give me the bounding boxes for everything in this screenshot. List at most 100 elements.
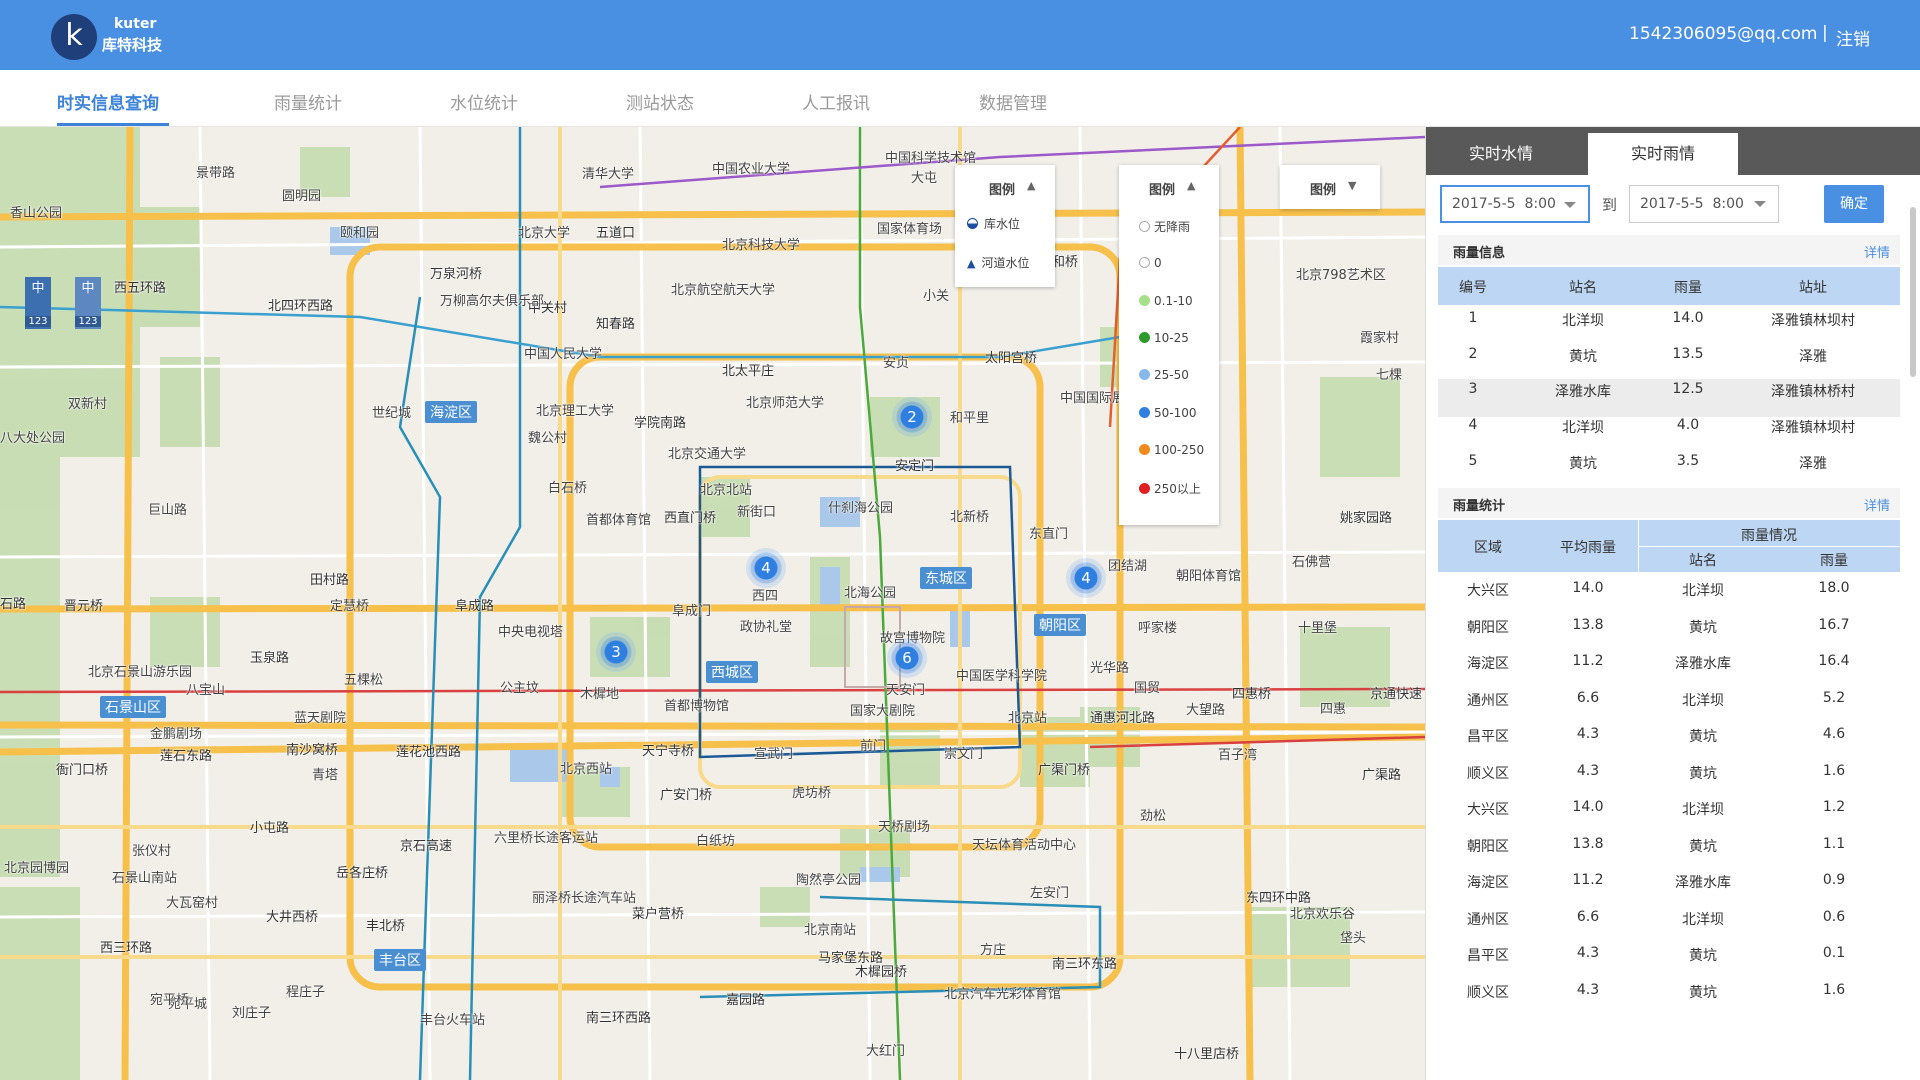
map-poi: 北京大学: [518, 226, 571, 241]
map-road-label: 万泉河桥: [430, 267, 483, 282]
district-label-fengtai[interactable]: 丰台区: [374, 949, 426, 971]
map-poi: 天桥剧场: [878, 820, 931, 835]
map-poi: 中国农业大学: [712, 162, 791, 177]
tab-realtime-water[interactable]: 实时水情: [1426, 133, 1576, 175]
nav-tab-manual-report[interactable]: 人工报讯: [802, 89, 870, 114]
nav-tab-rainfall-stats[interactable]: 雨量统计: [274, 89, 342, 114]
map-poi: 金鹏剧场: [150, 727, 203, 742]
nav-tab-data-management[interactable]: 数据管理: [979, 89, 1047, 114]
map-poi: 白纸坊: [696, 834, 736, 849]
collapsed-legend[interactable]: 图例 ▼: [1280, 165, 1380, 209]
table-cell: 黄坑: [1689, 838, 1717, 855]
table-cell: 黄坑: [1689, 765, 1717, 782]
station-cluster-marker[interactable]: 2: [892, 397, 932, 437]
rain-dot-icon: [1139, 444, 1150, 455]
map-poi: 白石桥: [548, 481, 588, 496]
table-cell: 0.6: [1822, 908, 1846, 925]
map-road-label: 嘉园路: [726, 993, 766, 1008]
map-road-label: 太阳宫桥: [985, 351, 1038, 366]
logout-link[interactable]: 注销: [1836, 25, 1870, 50]
district-label-xicheng[interactable]: 西城区: [706, 661, 758, 683]
map-poi: 丽泽桥长途汽车站: [532, 891, 637, 906]
district-label-dongcheng[interactable]: 东城区: [920, 567, 972, 589]
map-level-button[interactable]: 中 123: [25, 277, 51, 329]
nav-tab-waterlevel-stats[interactable]: 水位统计: [450, 89, 518, 114]
panel-scrollbar[interactable]: [1910, 207, 1916, 377]
table-cell: 泽雅: [1799, 456, 1827, 472]
legend-collapse-icon[interactable]: ▲: [1187, 179, 1195, 192]
nav-tab-station-status[interactable]: 测站状态: [626, 89, 694, 114]
map-road-label: 玉泉路: [250, 651, 290, 666]
legend-item-rain-level: 无降雨: [1139, 218, 1190, 235]
rain-dot-icon: [1139, 332, 1150, 343]
table-cell: 11.2: [1572, 653, 1604, 669]
district-label-shijingshan[interactable]: 石景山区: [100, 696, 166, 718]
table-cell: 13.8: [1572, 616, 1604, 633]
map-poi: 香山公园: [10, 206, 63, 221]
legend-collapse-icon[interactable]: ▲: [1027, 179, 1035, 192]
table-cell: 14.0: [1672, 310, 1704, 326]
map-poi: 石景山南站: [112, 871, 178, 886]
table-cell: 11.2: [1572, 872, 1604, 888]
column-header: 编号: [1459, 280, 1487, 296]
table-cell: 1.1: [1822, 835, 1846, 852]
table-cell: 4.3: [1576, 981, 1600, 998]
table-cell: 昌平区: [1467, 729, 1509, 745]
map-road-label: 大井西桥: [266, 910, 319, 925]
map-road-label: 和桥: [1052, 255, 1079, 270]
station-cluster-marker[interactable]: 4: [1066, 558, 1106, 598]
map-poi: 四惠: [1320, 702, 1347, 717]
station-cluster-marker[interactable]: 6: [887, 638, 927, 678]
map-poi: 宛平桥: [150, 993, 190, 1008]
map-poi: 程庄子: [286, 985, 326, 1000]
nav-tab-realtime[interactable]: 时实信息查询: [57, 89, 159, 114]
map-road-label: 天宁寺桥: [642, 744, 695, 759]
map-road-label: 南沙窝桥: [286, 743, 339, 758]
district-label-haidian[interactable]: 海淀区: [425, 401, 477, 423]
map-level-button[interactable]: 中 123: [75, 277, 101, 329]
map-road-label: 小屯路: [250, 821, 290, 836]
table-cell: 0.1: [1822, 945, 1846, 961]
map-road-label: 十八里店桥: [1174, 1047, 1240, 1062]
rain-info-details-link[interactable]: 详情: [1864, 242, 1890, 261]
map-road-label: 西三环路: [100, 941, 153, 956]
table-cell: 1: [1468, 310, 1478, 326]
legend-item-rain-level: 25-50: [1139, 368, 1189, 382]
table-cell: 4.6: [1822, 726, 1846, 742]
table-cell: 海淀区: [1467, 875, 1509, 891]
map-road-label: 广安门桥: [660, 788, 713, 803]
map-poi: 万柳高尔夫俱乐部: [440, 294, 545, 309]
station-cluster-marker[interactable]: 4: [746, 548, 786, 588]
station-cluster-marker[interactable]: 3: [596, 632, 636, 672]
map-poi: 天安门: [886, 683, 926, 698]
map-road-label: 通惠河北路: [1090, 711, 1156, 726]
map-road-label: 东四环中路: [1246, 891, 1312, 906]
date-to-select[interactable]: 2017-5-5 8:00: [1629, 185, 1779, 223]
date-from-select[interactable]: 2017-5-5 8:00: [1440, 185, 1590, 223]
map-view[interactable]: 清华大学 中国农业大学 中国科学技术馆 北京大学 五道口 北京科技大学 国家体育…: [0, 127, 1425, 1080]
map-poi: 木樨地: [580, 687, 620, 702]
date-range-to-label: 到: [1602, 196, 1618, 214]
map-poi: 天坛体育活动中心: [972, 838, 1077, 853]
map-poi: 北京园博园: [4, 861, 70, 876]
map-poi: 国家体育场: [877, 222, 943, 237]
district-label-chaoyang[interactable]: 朝阳区: [1034, 614, 1086, 636]
no-rain-dot-icon: [1139, 221, 1150, 232]
tab-realtime-rain[interactable]: 实时雨情: [1588, 133, 1738, 175]
map-road-label: 衙门口桥: [56, 763, 109, 778]
map-poi: 霞家村: [1360, 331, 1400, 346]
map-poi: 魏公村: [528, 431, 568, 446]
column-header: 雨量: [1674, 280, 1702, 296]
map-poi: 安贞: [883, 356, 910, 371]
chevron-down-icon: [1564, 202, 1576, 208]
table-cell: 泽雅镇林桥村: [1771, 384, 1855, 400]
legend-item-rain-level: 50-100: [1139, 406, 1197, 420]
table-cell: 昌平区: [1467, 948, 1509, 964]
table-cell: 6.6: [1576, 689, 1600, 706]
legend-expand-icon[interactable]: ▼: [1348, 179, 1356, 192]
map-poi: 世纪城: [372, 406, 412, 421]
rain-stats-details-link[interactable]: 详情: [1864, 495, 1890, 514]
map-poi: 五棵松: [344, 673, 384, 688]
section-title: 雨量统计: [1453, 499, 1506, 514]
confirm-button[interactable]: 确定: [1824, 185, 1884, 223]
